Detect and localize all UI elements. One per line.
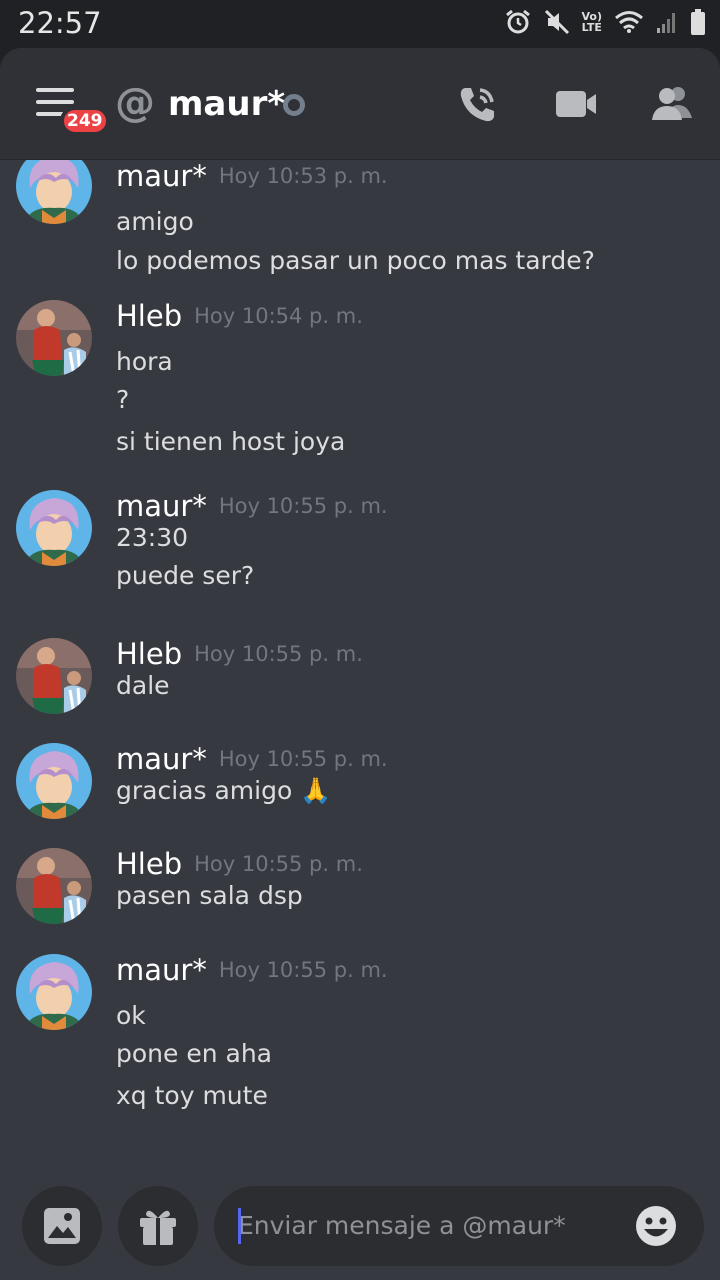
author-name[interactable]: maur* (116, 160, 207, 193)
message-text: si tienen host joya (116, 427, 346, 456)
author-name[interactable]: maur* (116, 953, 207, 987)
members-icon[interactable] (650, 84, 694, 124)
message-text: puede ser? (116, 561, 255, 590)
author-name[interactable]: Hleb (116, 299, 182, 333)
message-text: amigo (116, 207, 194, 236)
avatar-image (16, 160, 92, 224)
mute-icon (544, 9, 569, 35)
message-composer: Enviar mensaje a @maur* (0, 1170, 720, 1280)
avatar[interactable] (16, 743, 92, 819)
channel-header: 249 @ maur* (0, 48, 720, 160)
text-caret (238, 1208, 241, 1244)
avatar[interactable] (16, 638, 92, 714)
message-input-placeholder: Enviar mensaje a @maur* (238, 1211, 566, 1240)
at-icon: @ (115, 80, 155, 126)
avatar[interactable] (16, 490, 92, 566)
avatar[interactable] (16, 954, 92, 1030)
message-timestamp: Hoy 10:55 p. m. (194, 642, 363, 666)
author-name[interactable]: Hleb (116, 637, 182, 671)
avatar-image (16, 300, 92, 376)
menu-button[interactable]: 249 (36, 86, 110, 136)
avatar[interactable] (16, 160, 92, 224)
message-text: hora (116, 347, 173, 376)
message-text: ok (116, 1001, 146, 1030)
message-author[interactable]: maur* Hoy 10:55 p. m. (116, 952, 388, 988)
phone-call-icon[interactable] (456, 84, 500, 124)
message-group[interactable]: maur* Hoy 10:55 p. m. 23:30 puede ser? (0, 488, 720, 620)
status-clock: 22:57 (18, 6, 102, 40)
message-author[interactable]: Hleb Hoy 10:55 p. m. (116, 846, 363, 882)
author-name[interactable]: Hleb (116, 847, 182, 881)
author-name[interactable]: maur* (116, 742, 207, 776)
avatar-image (16, 638, 92, 714)
video-camera-icon[interactable] (554, 84, 598, 124)
avatar[interactable] (16, 848, 92, 924)
avatar-image (16, 954, 92, 1030)
message-timestamp: Hoy 10:55 p. m. (218, 494, 388, 518)
message-input[interactable]: Enviar mensaje a @maur* (214, 1186, 704, 1266)
message-timestamp: Hoy 10:55 p. m. (218, 747, 388, 771)
hamburger-menu-icon (36, 88, 74, 92)
alarm-icon (505, 9, 530, 34)
gift-button[interactable] (118, 1186, 198, 1266)
message-text: lo podemos pasar un poco mas tarde? (116, 246, 595, 275)
volte-line2: LTE (581, 21, 602, 34)
message-timestamp: Hoy 10:55 p. m. (218, 958, 388, 982)
gift-icon (140, 1210, 176, 1245)
image-icon (44, 1208, 80, 1244)
message-author[interactable]: Hleb Hoy 10:55 p. m. (116, 636, 363, 672)
avatar-image (16, 743, 92, 819)
message-author[interactable]: maur* Hoy 10:55 p. m. (116, 741, 388, 777)
status-bar: 22:57 Vo) LTE (0, 0, 720, 48)
status-icons: Vo) LTE (504, 8, 707, 36)
message-author[interactable]: maur* Hoy 10:53 p. m. (116, 160, 388, 194)
page-title[interactable]: maur* (168, 82, 285, 126)
emoji-icon[interactable] (634, 1204, 678, 1248)
message-list[interactable]: maur* Hoy 10:53 p. m. amigo lo podemos pasa… (0, 160, 720, 1170)
signal-icon (657, 13, 675, 33)
message-author[interactable]: maur* Hoy 10:55 p. m. (116, 488, 388, 524)
offline-status-icon (283, 94, 305, 116)
message-group[interactable]: Hleb Hoy 10:54 p. m. hora? si tienen host j… (0, 298, 720, 456)
avatar-image (16, 490, 92, 566)
attach-image-button[interactable] (22, 1186, 102, 1266)
message-text: gracias amigo 🙏 (116, 776, 332, 805)
message-author[interactable]: Hleb Hoy 10:54 p. m. (116, 298, 363, 334)
message-group[interactable]: maur* Hoy 10:55 p. m. ok pone en aha xq toy … (0, 952, 720, 1110)
hamburger-menu-bar (36, 100, 74, 104)
discord-app: 249 @ maur* maur* Hoy 10:53 p. m. amigo lo … (0, 48, 720, 1280)
message-text: pone en aha (116, 1039, 272, 1068)
message-group[interactable]: maur* Hoy 10:53 p. m. amigo lo podemos pasa… (0, 160, 720, 290)
message-text: pasen sala dsp (116, 881, 303, 910)
avatar[interactable] (16, 300, 92, 376)
message-text: ? (116, 385, 130, 414)
battery-icon (691, 9, 705, 35)
message-text: xq toy mute (116, 1081, 268, 1110)
avatar-image (16, 848, 92, 924)
message-timestamp: Hoy 10:55 p. m. (194, 852, 363, 876)
message-text: dale (116, 671, 170, 700)
author-name[interactable]: maur* (116, 489, 207, 523)
message-text: 23:30 (116, 523, 189, 552)
message-timestamp: Hoy 10:53 p. m. (218, 164, 388, 188)
volte-indicator: Vo) LTE (582, 11, 603, 33)
notification-badge: 249 (60, 106, 110, 136)
message-timestamp: Hoy 10:54 p. m. (194, 304, 363, 328)
wifi-icon (615, 11, 643, 33)
